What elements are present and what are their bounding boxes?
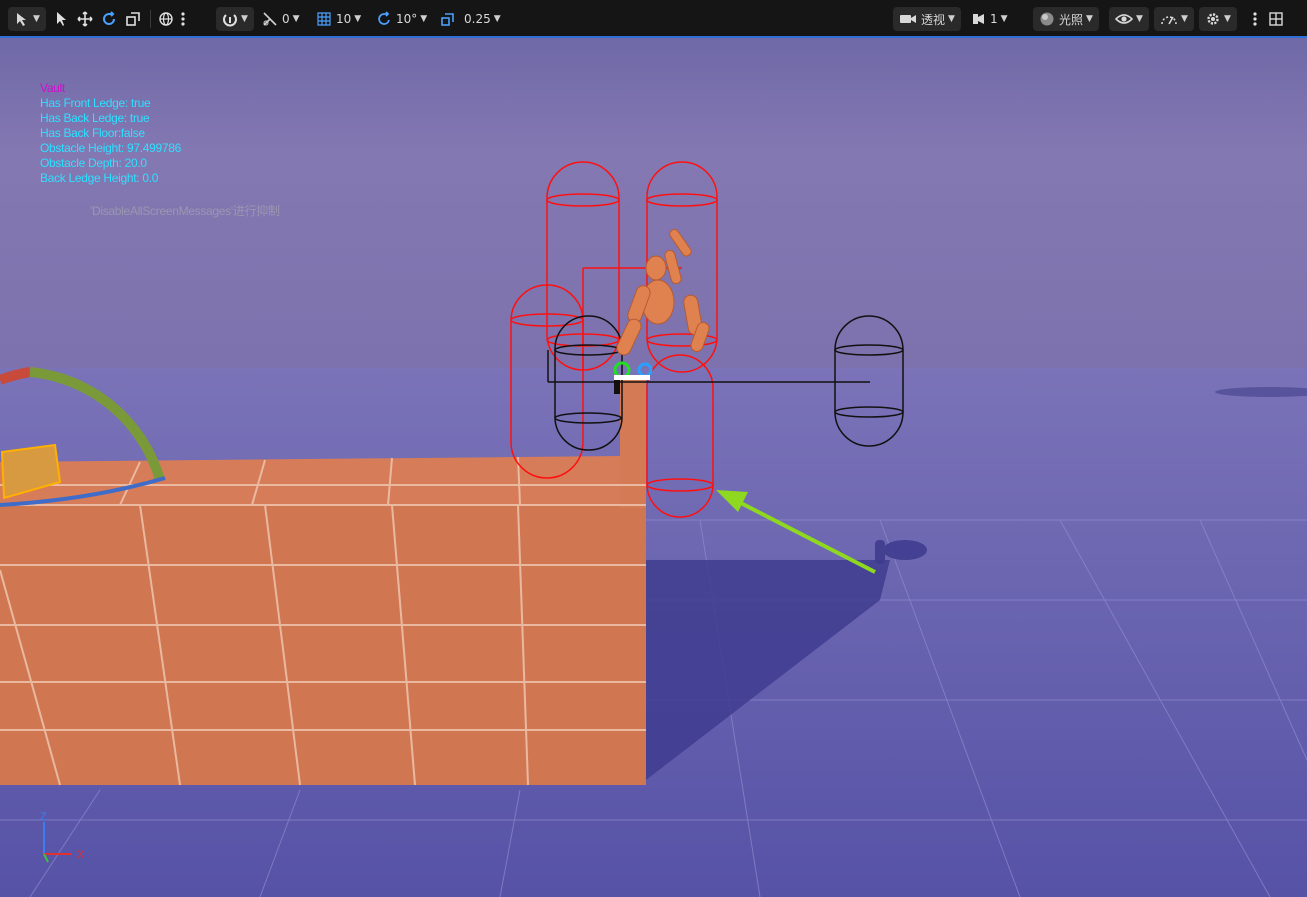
camera-speed-value: 1 [990, 12, 998, 26]
chevron-down-icon: ▼ [292, 14, 300, 24]
surface-snap-dropdown[interactable]: ▼ [216, 7, 254, 31]
scale-snap-control[interactable]: 0.25 ▼ [440, 7, 501, 31]
viewport-toolbar: ▼ ▼ 0 ▼ 10 ▼ 10° ▼ 0.25 ▼ 透视 ▼ 1 ▼ 光照 ▼ … [0, 0, 1307, 38]
rotate-icon [101, 11, 117, 27]
viewport-scene[interactable] [0, 0, 1307, 897]
grid-snap-value: 10 [336, 12, 352, 26]
debug-line: Obstacle Height: 97.499786 [40, 141, 181, 155]
rotation-snap-value: 10° [396, 12, 418, 26]
layout-button[interactable] [1268, 7, 1284, 31]
layout-grid-icon [1268, 11, 1284, 27]
vertical-dots-icon [1252, 11, 1258, 27]
chevron-down-icon: ▼ [1224, 14, 1231, 24]
chevron-down-icon: ▼ [33, 14, 40, 24]
level-viewport[interactable]: ▼ ▼ 0 ▼ 10 ▼ 10° ▼ 0.25 ▼ 透视 ▼ 1 ▼ 光照 ▼ … [0, 0, 1307, 897]
view-mode-dropdown[interactable]: 透视 ▼ [893, 7, 961, 31]
globe-icon [158, 11, 174, 27]
move-icon [77, 11, 93, 27]
chevron-down-icon: ▼ [493, 14, 501, 24]
chevron-down-icon: ▼ [354, 14, 362, 24]
ledge-post [620, 378, 646, 508]
eye-icon [1115, 12, 1133, 26]
rotation-snap-icon [376, 11, 392, 27]
scale-tool-button[interactable] [125, 7, 141, 31]
view-mode-label: 透视 [921, 12, 946, 27]
grid-snap-control[interactable]: 10 ▼ [316, 7, 361, 31]
chevron-down-icon: ▼ [1000, 14, 1008, 24]
vertical-dots-icon [180, 11, 186, 27]
more-options-button[interactable] [180, 7, 186, 31]
move-tool-button[interactable] [77, 7, 93, 31]
block-top [0, 456, 646, 510]
viewport-options-button[interactable] [1252, 7, 1258, 31]
performance-dropdown[interactable]: ▼ [1154, 7, 1194, 31]
debug-line: Obstacle Depth: 20.0 [40, 156, 147, 170]
grid-snap-icon [316, 11, 332, 27]
chevron-down-icon: ▼ [241, 14, 248, 24]
chevron-down-icon: ▼ [420, 14, 428, 24]
debug-line: Back Ledge Height: 0.0 [40, 171, 159, 185]
lighting-mode-dropdown[interactable]: 光照 ▼ [1033, 7, 1099, 31]
chevron-down-icon: ▼ [1136, 14, 1143, 24]
block-front [0, 505, 646, 785]
lighting-label: 光照 [1059, 12, 1084, 27]
lit-sphere-icon [1039, 11, 1055, 27]
surface-snap-icon [222, 11, 238, 27]
select-mode-dropdown[interactable]: ▼ [8, 7, 46, 31]
angle-snap-icon [262, 11, 278, 27]
rotation-snap-control[interactable]: 10° ▼ [376, 7, 427, 31]
toolbar-divider [150, 10, 151, 28]
axis-x-label: X [77, 849, 84, 861]
camera-speed-control[interactable]: 1 ▼ [972, 7, 1008, 31]
debug-title: Vault [40, 81, 65, 95]
chevron-down-icon: ▼ [1086, 14, 1093, 24]
chevron-down-icon: ▼ [948, 14, 955, 24]
scale-snap-icon [440, 11, 456, 27]
debug-line: Has Back Ledge: true [40, 111, 150, 125]
select-tool-button[interactable] [54, 7, 68, 31]
gear-icon [1205, 11, 1221, 27]
angle-snap-value: 0 [282, 12, 290, 26]
debug-line: Has Front Ledge: true [40, 96, 151, 110]
debug-line: Has Back Floor:false [40, 126, 145, 140]
angle-snap-control[interactable]: 0 ▼ [262, 7, 300, 31]
suppression-message: 'DisableAllScreenMessages'进行抑制 [90, 204, 280, 218]
chevron-down-icon: ▼ [1181, 14, 1188, 24]
gauge-icon [1160, 11, 1178, 27]
axis-gizmo: Z X [40, 811, 84, 863]
scale-icon [125, 11, 141, 27]
show-flags-dropdown[interactable]: ▼ [1109, 7, 1149, 31]
coordinate-system-button[interactable] [158, 7, 174, 31]
scale-snap-value: 0.25 [464, 12, 491, 26]
debug-overlay: Vault Has Front Ledge: true Has Back Led… [40, 81, 181, 186]
select-mode-icon [14, 11, 30, 27]
settings-dropdown[interactable]: ▼ [1199, 7, 1237, 31]
camera-speed-icon [972, 12, 986, 26]
axis-z-label: Z [40, 811, 47, 823]
rotate-tool-button[interactable] [101, 7, 117, 31]
camera-icon [899, 12, 917, 26]
select-arrow-icon [54, 11, 68, 27]
